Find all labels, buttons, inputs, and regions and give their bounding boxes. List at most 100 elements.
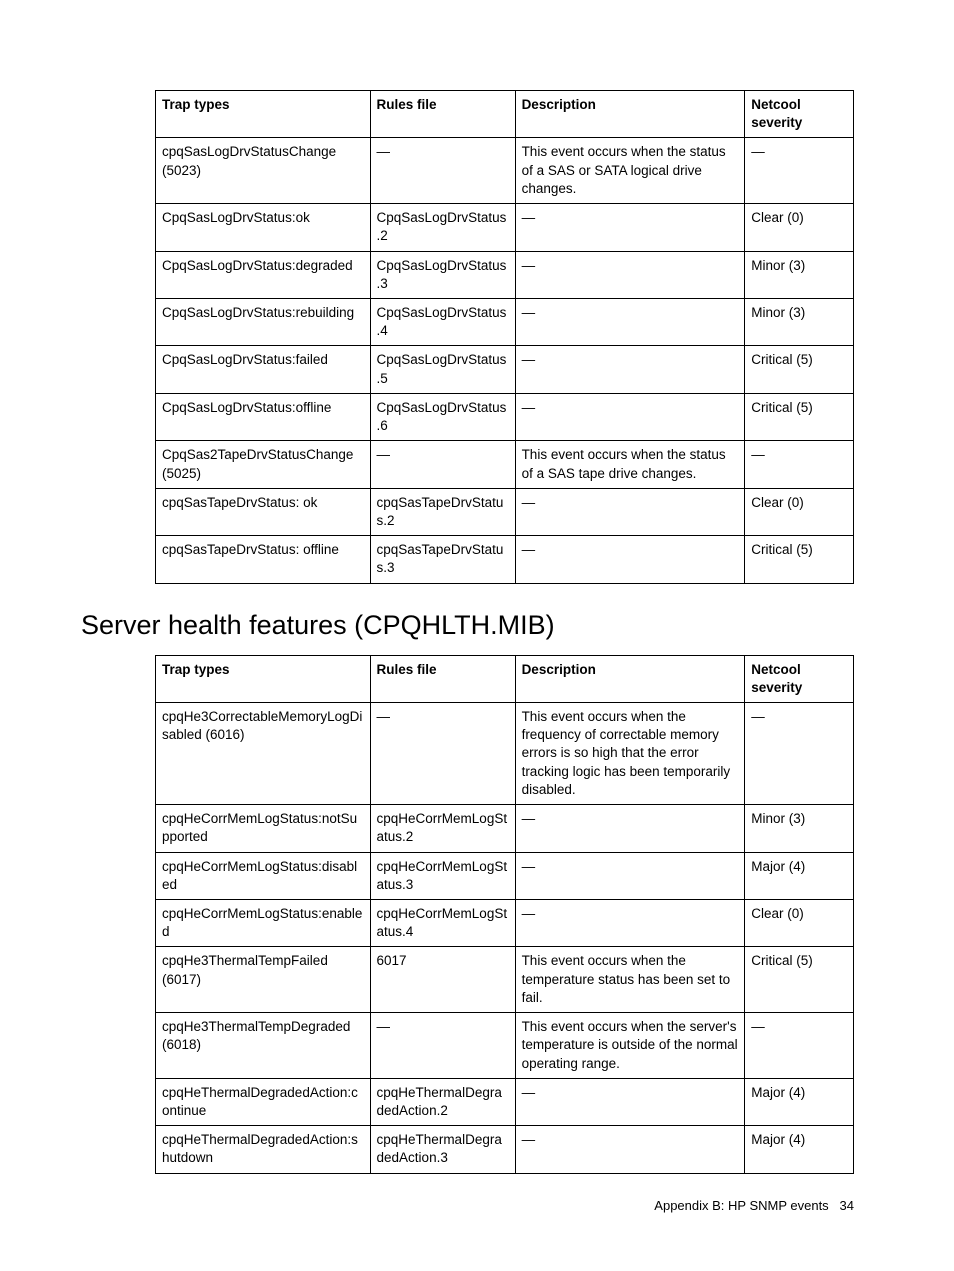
table-cell: cpqHeCorrMemLogStatus:notSupported — [156, 805, 371, 852]
table-cell: Major (4) — [745, 1078, 854, 1125]
table-cell: — — [370, 703, 515, 805]
table-cell: cpqHeCorrMemLogStatus.4 — [370, 900, 515, 947]
table-cell: — — [515, 298, 745, 345]
table-cell: CpqSasLogDrvStatus.6 — [370, 393, 515, 440]
table-row: CpqSasLogDrvStatus:degradedCpqSasLogDrvS… — [156, 251, 854, 298]
table-cell: CpqSasLogDrvStatus.5 — [370, 346, 515, 393]
table-cell: cpqHeCorrMemLogStatus:enabled — [156, 900, 371, 947]
table-row: cpqHeThermalDegradedAction:shutdowncpqHe… — [156, 1126, 854, 1173]
table-row: cpqHeCorrMemLogStatus:notSupportedcpqHeC… — [156, 805, 854, 852]
table-row: CpqSas2TapeDrvStatusChange (5025)—This e… — [156, 441, 854, 488]
table-cell: Critical (5) — [745, 536, 854, 583]
table-cell: This event occurs when the frequency of … — [515, 703, 745, 805]
table-cell: Minor (3) — [745, 251, 854, 298]
table-cell: cpqHeThermalDegradedAction.3 — [370, 1126, 515, 1173]
col-rules-file: Rules file — [370, 91, 515, 138]
col-description: Description — [515, 655, 745, 702]
table-row: cpqSasLogDrvStatusChange (5023)—This eve… — [156, 138, 854, 204]
table1-body: cpqSasLogDrvStatusChange (5023)—This eve… — [156, 138, 854, 583]
table-cell: This event occurs when the server's temp… — [515, 1013, 745, 1079]
table-cell: Critical (5) — [745, 947, 854, 1013]
table-cell: Minor (3) — [745, 298, 854, 345]
table-cell: This event occurs when the status of a S… — [515, 138, 745, 204]
table-cell: — — [745, 703, 854, 805]
trap-table-2: Trap types Rules file Description Netcoo… — [155, 655, 854, 1174]
table-cell: CpqSasLogDrvStatus.4 — [370, 298, 515, 345]
table-cell: — — [515, 346, 745, 393]
table-cell: — — [370, 138, 515, 204]
table-cell: — — [515, 852, 745, 899]
table-cell: cpqHeThermalDegradedAction:continue — [156, 1078, 371, 1125]
table-cell: CpqSasLogDrvStatus.3 — [370, 251, 515, 298]
table2-body: cpqHe3CorrectableMemoryLogDisabled (6016… — [156, 703, 854, 1174]
table-cell: — — [515, 1078, 745, 1125]
table-row: cpqHe3ThermalTempFailed (6017)6017This e… — [156, 947, 854, 1013]
table-cell: cpqHe3ThermalTempFailed (6017) — [156, 947, 371, 1013]
table-cell: cpqHeThermalDegradedAction:shutdown — [156, 1126, 371, 1173]
col-trap-types: Trap types — [156, 91, 371, 138]
table-cell: CpqSasLogDrvStatus:offline — [156, 393, 371, 440]
table-cell: — — [370, 441, 515, 488]
table-cell: CpqSas2TapeDrvStatusChange (5025) — [156, 441, 371, 488]
table-cell: — — [515, 251, 745, 298]
section-heading: Server health features (CPQHLTH.MIB) — [81, 610, 854, 641]
table-cell: cpqHeCorrMemLogStatus.3 — [370, 852, 515, 899]
table-cell: Critical (5) — [745, 346, 854, 393]
table-cell: CpqSasLogDrvStatus.2 — [370, 204, 515, 251]
table-cell: cpqHeThermalDegradedAction.2 — [370, 1078, 515, 1125]
table-cell: cpqSasTapeDrvStatus.3 — [370, 536, 515, 583]
table-cell: cpqSasLogDrvStatusChange (5023) — [156, 138, 371, 204]
table-cell: — — [515, 488, 745, 535]
table-cell: — — [515, 536, 745, 583]
col-description: Description — [515, 91, 745, 138]
table-cell: cpqHeCorrMemLogStatus:disabled — [156, 852, 371, 899]
table-cell: — — [745, 441, 854, 488]
table-cell: Minor (3) — [745, 805, 854, 852]
table-row: cpqSasTapeDrvStatus: offlinecpqSasTapeDr… — [156, 536, 854, 583]
table-cell: — — [515, 900, 745, 947]
table-cell: — — [515, 805, 745, 852]
table-cell: Clear (0) — [745, 900, 854, 947]
table-cell: Critical (5) — [745, 393, 854, 440]
trap-table-1: Trap types Rules file Description Netcoo… — [155, 90, 854, 584]
table-cell: cpqSasTapeDrvStatus.2 — [370, 488, 515, 535]
col-rules-file: Rules file — [370, 655, 515, 702]
table-cell: This event occurs when the temperature s… — [515, 947, 745, 1013]
table-cell: 6017 — [370, 947, 515, 1013]
table-row: cpqHeCorrMemLogStatus:disabledcpqHeCorrM… — [156, 852, 854, 899]
table-header-row: Trap types Rules file Description Netcoo… — [156, 655, 854, 702]
col-netcool-severity: Netcool severity — [745, 91, 854, 138]
page-footer: Appendix B: HP SNMP events 34 — [654, 1198, 854, 1213]
table-row: CpqSasLogDrvStatus:offlineCpqSasLogDrvSt… — [156, 393, 854, 440]
table-row: cpqHeThermalDegradedAction:continuecpqHe… — [156, 1078, 854, 1125]
table-cell: cpqHe3ThermalTempDegraded (6018) — [156, 1013, 371, 1079]
table-cell: cpqSasTapeDrvStatus: offline — [156, 536, 371, 583]
table-cell: CpqSasLogDrvStatus:failed — [156, 346, 371, 393]
table-cell: Major (4) — [745, 1126, 854, 1173]
table-cell: — — [515, 204, 745, 251]
table-row: cpqHeCorrMemLogStatus:enabledcpqHeCorrMe… — [156, 900, 854, 947]
table-cell: cpqHe3CorrectableMemoryLogDisabled (6016… — [156, 703, 371, 805]
table-cell: cpqHeCorrMemLogStatus.2 — [370, 805, 515, 852]
table-header-row: Trap types Rules file Description Netcoo… — [156, 91, 854, 138]
table-cell: Clear (0) — [745, 488, 854, 535]
table-cell: Major (4) — [745, 852, 854, 899]
table-cell: — — [515, 393, 745, 440]
page-number: 34 — [840, 1198, 854, 1213]
table-cell: Clear (0) — [745, 204, 854, 251]
table-row: cpqSasTapeDrvStatus: okcpqSasTapeDrvStat… — [156, 488, 854, 535]
table-cell: CpqSasLogDrvStatus:degraded — [156, 251, 371, 298]
table-cell: — — [745, 1013, 854, 1079]
col-netcool-severity: Netcool severity — [745, 655, 854, 702]
table-cell: cpqSasTapeDrvStatus: ok — [156, 488, 371, 535]
table-cell: CpqSasLogDrvStatus:ok — [156, 204, 371, 251]
table-cell: — — [370, 1013, 515, 1079]
table-row: CpqSasLogDrvStatus:rebuildingCpqSasLogDr… — [156, 298, 854, 345]
page: Trap types Rules file Description Netcoo… — [0, 0, 954, 1271]
table-cell: — — [515, 1126, 745, 1173]
table-cell: — — [745, 138, 854, 204]
table-row: cpqHe3ThermalTempDegraded (6018)—This ev… — [156, 1013, 854, 1079]
footer-text: Appendix B: HP SNMP events — [654, 1198, 828, 1213]
table-row: CpqSasLogDrvStatus:failedCpqSasLogDrvSta… — [156, 346, 854, 393]
table-cell: CpqSasLogDrvStatus:rebuilding — [156, 298, 371, 345]
